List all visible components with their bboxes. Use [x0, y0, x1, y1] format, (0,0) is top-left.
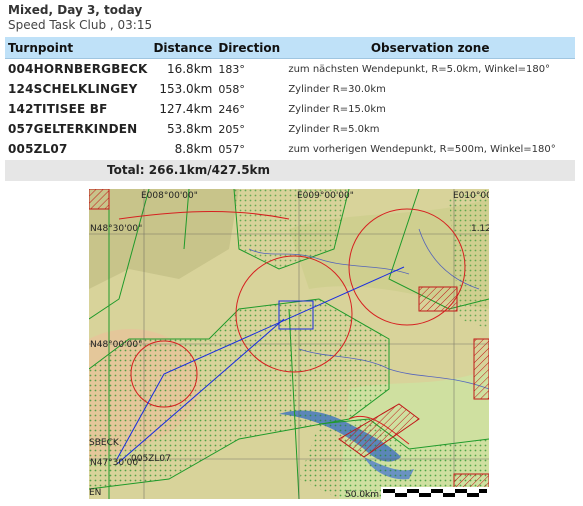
- turnpoint-distance: 153.0km: [159, 82, 213, 96]
- column-header-direction: Direction: [215, 37, 286, 59]
- column-header-turnpoint: Turnpoint: [5, 37, 151, 59]
- turnpoint-name: 005ZL07: [8, 142, 68, 156]
- map-label-right: 1.12: [471, 224, 489, 234]
- table-row: 004HORNBERGBECK 16.8km 183° zum nächsten…: [5, 59, 575, 80]
- turnpoint-distance: 53.8km: [166, 122, 213, 136]
- turnpoint-zone: zum vorherigen Wendepunkt, R=500m, Winke…: [288, 143, 556, 155]
- total-text: Total: 266.1km/427.5km: [107, 163, 271, 177]
- turnpoint-name: 004HORNBERGBECK: [8, 62, 148, 76]
- table-row: 057GELTERKINDEN 53.8km 205° Zylinder R=5…: [5, 119, 575, 139]
- turnpoint-zone: Zylinder R=30.0km: [288, 83, 386, 95]
- map-label-zl07: 005ZL07: [131, 454, 171, 464]
- map-canvas[interactable]: E008°00'00" E009°00'00" E010°00' N48°30'…: [89, 189, 489, 499]
- table-row: 124SCHELKLINGEY 153.0km 058° Zylinder R=…: [5, 79, 575, 99]
- turnpoint-zone: Zylinder R=15.0km: [288, 103, 386, 115]
- task-map[interactable]: E008°00'00" E009°00'00" E010°00' N48°30'…: [89, 189, 489, 499]
- map-label-beck: SBECK: [89, 438, 120, 448]
- turnpoint-direction: 057°: [218, 142, 245, 156]
- turnpoint-name: 142TITISEE BF: [8, 102, 108, 116]
- column-header-observation-zone: Observation zone: [285, 37, 575, 59]
- turnpoint-name: 057GELTERKINDEN: [8, 122, 138, 136]
- table-row: 142TITISEE BF 127.4km 246° Zylinder R=15…: [5, 99, 575, 119]
- turnpoint-direction: 183°: [218, 62, 245, 76]
- task-subtitle: Speed Task Club , 03:15: [8, 18, 153, 32]
- turnpoint-direction: 246°: [218, 102, 245, 116]
- map-scale-label: 50.0km: [345, 490, 379, 499]
- turnpoint-zone: Zylinder R=5.0km: [288, 123, 380, 135]
- task-title: Mixed, Day 3, today: [8, 3, 143, 17]
- table-row: 005ZL07 8.8km 057° zum vorherigen Wendep…: [5, 139, 575, 159]
- map-label-n48: N48°00'00": [90, 340, 142, 350]
- task-total: Total: 266.1km/427.5km: [5, 160, 575, 181]
- turnpoint-direction: 058°: [218, 82, 245, 96]
- map-label-en: EN: [89, 488, 101, 498]
- map-label-n48-30: N48°30'00": [90, 224, 142, 234]
- turnpoint-distance: 8.8km: [174, 142, 213, 156]
- turnpoint-zone: zum nächsten Wendepunkt, R=5.0km, Winkel…: [288, 63, 551, 75]
- map-label-e010: E010°00': [453, 191, 489, 201]
- turnpoint-direction: 205°: [218, 122, 245, 136]
- map-label-e009: E009°00'00": [297, 191, 354, 201]
- turnpoint-name: 124SCHELKLINGEY: [8, 82, 138, 96]
- turnpoint-distance: 127.4km: [159, 102, 213, 116]
- table-header-row: Turnpoint Distance Direction Observation…: [5, 37, 575, 59]
- turnpoint-table: Turnpoint Distance Direction Observation…: [5, 37, 575, 159]
- column-header-distance: Distance: [150, 37, 216, 59]
- map-label-e008: E008°00'00": [141, 191, 198, 201]
- turnpoint-distance: 16.8km: [166, 62, 213, 76]
